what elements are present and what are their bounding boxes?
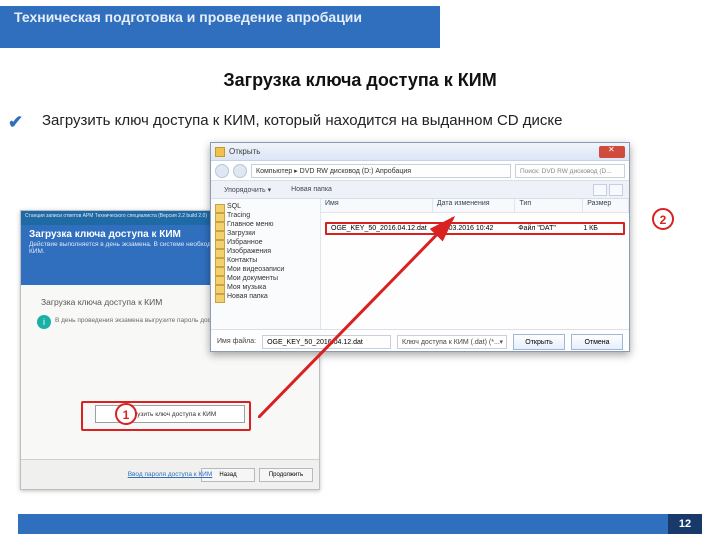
file-list-header: Имя Дата изменения Тип Размер xyxy=(321,199,629,213)
tree-item[interactable]: Изображения xyxy=(211,247,320,256)
tree-item[interactable]: Избранное xyxy=(211,238,320,247)
slide-headline: Загрузка ключа доступа к КИМ xyxy=(0,70,720,91)
file-type-cell: Файл "DAT" xyxy=(514,225,579,232)
col-date[interactable]: Дата изменения xyxy=(433,199,516,212)
col-size[interactable]: Размер xyxy=(583,199,629,212)
slide-ribbon: Техническая подготовка и проведение апро… xyxy=(0,6,440,48)
step-dot-icon: i xyxy=(37,315,51,329)
view-icon[interactable] xyxy=(593,184,607,196)
highlight-box-1 xyxy=(81,401,251,431)
col-name[interactable]: Имя xyxy=(321,199,433,212)
page-number: 12 xyxy=(668,514,702,534)
station-continue-button[interactable]: Продолжить xyxy=(259,468,313,482)
dialog-titlebar: Открыть xyxy=(211,143,629,161)
station-footer: Ввод пароля доступа к КИМ Назад Продолжи… xyxy=(21,459,319,489)
close-icon[interactable] xyxy=(599,146,625,158)
callout-2: 2 xyxy=(652,208,674,230)
address-path[interactable]: Компьютер ▸ DVD RW дисковод (D:) Апробац… xyxy=(251,164,511,178)
file-list: Имя Дата изменения Тип Размер OGE_KEY_50… xyxy=(321,199,629,329)
tree-item[interactable]: Загрузки xyxy=(211,229,320,238)
nav-back-icon[interactable] xyxy=(215,164,229,178)
nav-forward-icon[interactable] xyxy=(233,164,247,178)
filename-label: Имя файла: xyxy=(217,338,256,345)
file-row[interactable]: OGE_KEY_50_2016.04.12.dat 30.03.2016 10:… xyxy=(325,222,625,235)
station-footer-link[interactable]: Ввод пароля доступа к КИМ xyxy=(128,471,213,478)
file-date-cell: 30.03.2016 10:42 xyxy=(435,225,514,232)
folder-icon xyxy=(215,147,225,157)
tree-item[interactable]: Моя музыка xyxy=(211,283,320,292)
bullet-text: Загрузить ключ доступа к КИМ, который на… xyxy=(20,112,690,129)
tree-item[interactable]: Мои документы xyxy=(211,274,320,283)
dialog-title: Открыть xyxy=(229,147,260,156)
dialog-address-bar: Компьютер ▸ DVD RW дисковод (D:) Апробац… xyxy=(211,161,629,181)
new-folder-button[interactable]: Новая папка xyxy=(284,184,339,195)
file-open-dialog: Открыть Компьютер ▸ DVD RW дисковод (D:)… xyxy=(210,142,630,352)
file-name-cell: OGE_KEY_50_2016.04.12.dat xyxy=(327,225,435,232)
file-size-cell: 1 КБ xyxy=(579,225,623,232)
bottom-bar xyxy=(18,514,702,534)
callout-1: 1 xyxy=(115,403,137,425)
tree-item[interactable]: Новая папка xyxy=(211,292,320,301)
folder-tree[interactable]: SQL Tracing Главное меню Загрузки Избран… xyxy=(211,199,321,329)
filetype-select[interactable]: Ключ доступа к КИМ (.dat) (*... xyxy=(397,335,507,349)
organize-menu[interactable]: Упорядочить ▾ xyxy=(217,184,278,196)
open-button[interactable]: Открыть xyxy=(513,334,565,350)
cancel-button[interactable]: Отмена xyxy=(571,334,623,350)
search-input[interactable]: Поиск: DVD RW дисковод (D... xyxy=(515,164,625,178)
tree-item[interactable]: Tracing xyxy=(211,211,320,220)
dialog-toolbar: Упорядочить ▾ Новая папка xyxy=(211,181,629,199)
tree-item[interactable]: SQL xyxy=(211,202,320,211)
tree-item[interactable]: Контакты xyxy=(211,256,320,265)
tree-item[interactable]: Главное меню xyxy=(211,220,320,229)
tree-item[interactable]: Мои видеозаписи xyxy=(211,265,320,274)
filename-input[interactable]: OGE_KEY_50_2016.04.12.dat xyxy=(262,335,391,349)
help-icon[interactable] xyxy=(609,184,623,196)
dialog-bottom: Имя файла: OGE_KEY_50_2016.04.12.dat Клю… xyxy=(211,329,629,353)
col-type[interactable]: Тип xyxy=(515,199,583,212)
